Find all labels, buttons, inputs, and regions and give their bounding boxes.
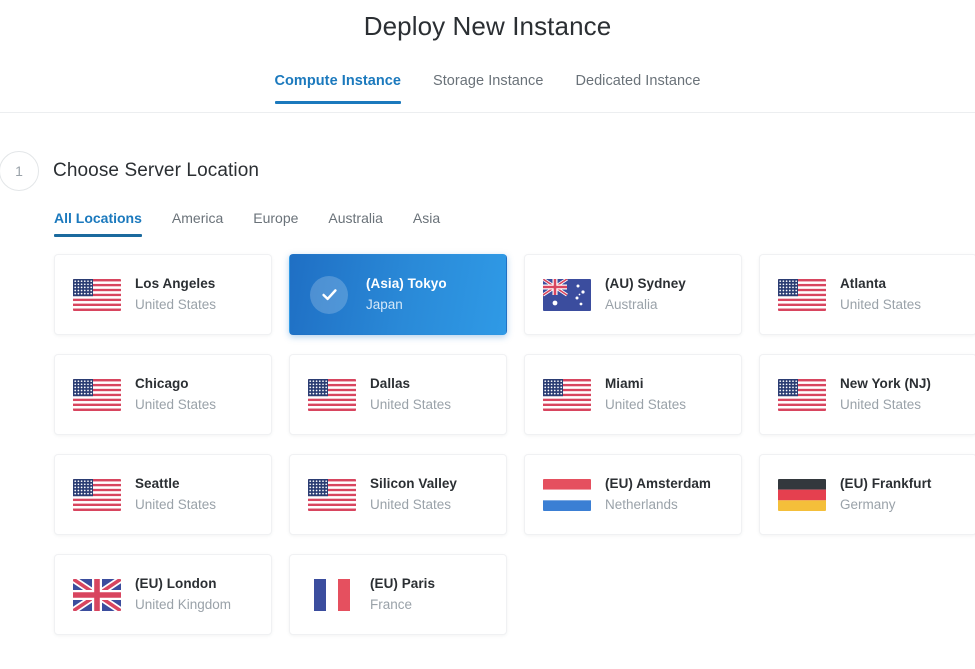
- location-country: United States: [135, 296, 216, 314]
- location-card-text: Atlanta United States: [840, 275, 921, 314]
- location-city: (EU) Paris: [370, 575, 435, 593]
- flag-united-states-icon: [778, 279, 826, 311]
- location-card-text: (EU) London United Kingdom: [135, 575, 231, 614]
- location-filter-tabs: All Locations America Europe Australia Asia: [0, 210, 975, 237]
- location-country: United States: [370, 496, 457, 514]
- location-country: Netherlands: [605, 496, 711, 514]
- section-title: Choose Server Location: [53, 160, 259, 182]
- deploy-instance-page: Deploy New Instance Compute Instance Stor…: [0, 0, 975, 635]
- location-card-text: (AU) Sydney Australia: [605, 275, 686, 314]
- location-city: (EU) Frankfurt: [840, 475, 931, 493]
- step-number-badge: 1: [0, 151, 39, 191]
- location-city: Miami: [605, 375, 686, 393]
- location-city: Los Angeles: [135, 275, 216, 293]
- flag-united-states-icon: [73, 479, 121, 511]
- location-card-text: Los Angeles United States: [135, 275, 216, 314]
- location-card-text: Dallas United States: [370, 375, 451, 414]
- location-city: Atlanta: [840, 275, 921, 293]
- flag-united-states-icon: [73, 279, 121, 311]
- location-card[interactable]: (EU) Amsterdam Netherlands: [524, 454, 742, 535]
- filter-tab-all-locations[interactable]: All Locations: [54, 210, 142, 237]
- location-city: (Asia) Tokyo: [366, 275, 447, 293]
- location-country: United States: [135, 496, 216, 514]
- location-country: United States: [135, 396, 216, 414]
- location-city: (EU) London: [135, 575, 231, 593]
- location-card-text: Chicago United States: [135, 375, 216, 414]
- location-card[interactable]: (EU) London United Kingdom: [54, 554, 272, 635]
- flag-netherlands-icon: [543, 479, 591, 511]
- location-country: United States: [840, 296, 921, 314]
- location-city: Silicon Valley: [370, 475, 457, 493]
- flag-united-states-icon: [73, 379, 121, 411]
- flag-france-icon: [308, 579, 356, 611]
- filter-tab-europe[interactable]: Europe: [253, 210, 298, 237]
- location-card-text: (EU) Paris France: [370, 575, 435, 614]
- location-card[interactable]: Silicon Valley United States: [289, 454, 507, 535]
- location-card-text: (EU) Amsterdam Netherlands: [605, 475, 711, 514]
- tab-storage-instance[interactable]: Storage Instance: [433, 67, 543, 103]
- location-country: Australia: [605, 296, 686, 314]
- location-country: United States: [370, 396, 451, 414]
- location-card[interactable]: Miami United States: [524, 354, 742, 435]
- location-country: United Kingdom: [135, 596, 231, 614]
- flag-united-states-icon: [543, 379, 591, 411]
- flag-united-states-icon: [308, 379, 356, 411]
- location-country: United States: [605, 396, 686, 414]
- location-city: (EU) Amsterdam: [605, 475, 711, 493]
- location-card-text: Seattle United States: [135, 475, 216, 514]
- flag-united-kingdom-icon: [73, 579, 121, 611]
- location-city: New York (NJ): [840, 375, 931, 393]
- location-city: Dallas: [370, 375, 451, 393]
- tab-compute-instance[interactable]: Compute Instance: [275, 67, 402, 103]
- location-card-text: New York (NJ) United States: [840, 375, 931, 414]
- location-card-grid: Los Angeles United States (Asia) Tokyo Japa…: [0, 254, 975, 635]
- instance-type-tabs: Compute Instance Storage Instance Dedicate…: [0, 67, 975, 113]
- flag-united-states-icon: [778, 379, 826, 411]
- location-card[interactable]: New York (NJ) United States: [759, 354, 975, 435]
- check-icon: [310, 276, 348, 314]
- choose-server-location-section: 1 Choose Server Location All Locations Am…: [0, 151, 975, 635]
- location-city: Chicago: [135, 375, 216, 393]
- flag-united-states-icon: [308, 479, 356, 511]
- location-card-text: (EU) Frankfurt Germany: [840, 475, 931, 514]
- location-card[interactable]: (AU) Sydney Australia: [524, 254, 742, 335]
- location-card[interactable]: (EU) Paris France: [289, 554, 507, 635]
- location-card[interactable]: Atlanta United States: [759, 254, 975, 335]
- filter-tab-asia[interactable]: Asia: [413, 210, 440, 237]
- flag-australia-icon: [543, 279, 591, 311]
- location-country: Germany: [840, 496, 931, 514]
- location-card[interactable]: Seattle United States: [54, 454, 272, 535]
- location-country: France: [370, 596, 435, 614]
- location-card-text: Silicon Valley United States: [370, 475, 457, 514]
- filter-tab-australia[interactable]: Australia: [328, 210, 382, 237]
- flag-germany-icon: [778, 479, 826, 511]
- location-country: United States: [840, 396, 931, 414]
- filter-tab-america[interactable]: America: [172, 210, 223, 237]
- location-country: Japan: [366, 296, 447, 314]
- location-card[interactable]: (Asia) Tokyo Japan: [289, 254, 507, 335]
- location-card[interactable]: Dallas United States: [289, 354, 507, 435]
- section-header: 1 Choose Server Location: [0, 151, 975, 191]
- location-card[interactable]: Chicago United States: [54, 354, 272, 435]
- location-card-text: Miami United States: [605, 375, 686, 414]
- location-card-text: (Asia) Tokyo Japan: [366, 275, 447, 314]
- page-title: Deploy New Instance: [0, 0, 975, 43]
- location-city: Seattle: [135, 475, 216, 493]
- tab-dedicated-instance[interactable]: Dedicated Instance: [575, 67, 700, 103]
- location-city: (AU) Sydney: [605, 275, 686, 293]
- location-card[interactable]: Los Angeles United States: [54, 254, 272, 335]
- location-card[interactable]: (EU) Frankfurt Germany: [759, 454, 975, 535]
